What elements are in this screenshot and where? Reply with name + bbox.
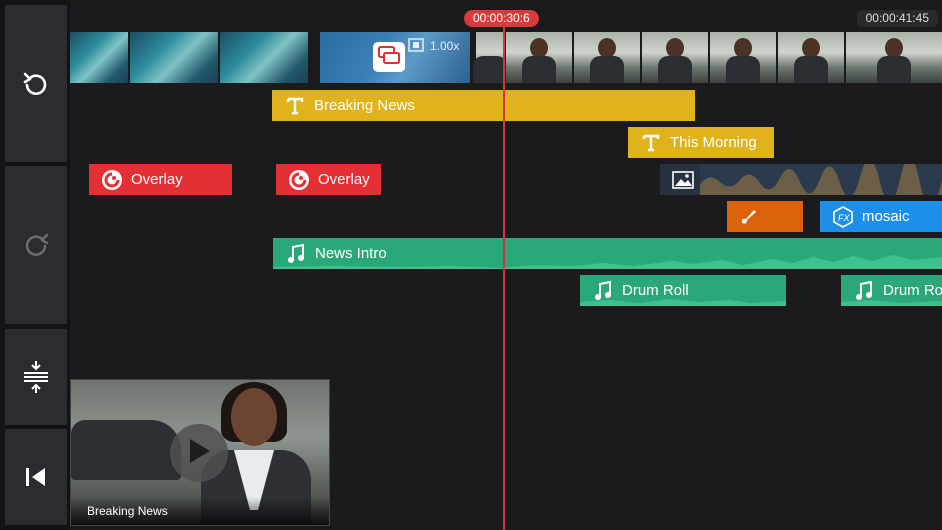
- video-frame: [220, 32, 308, 83]
- audio-clip-drum-roll[interactable]: Drum Roll: [580, 275, 786, 306]
- left-toolbar: [0, 0, 70, 530]
- clip-label: Drum Roll: [622, 282, 689, 299]
- music-note-icon: [285, 243, 307, 265]
- current-timecode: 00:00:30:6: [464, 10, 539, 27]
- image-overlay-clip[interactable]: [660, 164, 942, 195]
- video-frame: [473, 32, 507, 83]
- undo-icon: [21, 69, 51, 99]
- music-note-icon: [853, 280, 875, 302]
- video-frame: [642, 32, 708, 83]
- audio-clip-news-intro[interactable]: News Intro: [273, 238, 942, 269]
- collapse-tracks-button[interactable]: [5, 329, 67, 425]
- clip-label: mosaic: [862, 208, 910, 225]
- title-clip-breaking-news[interactable]: Breaking News: [272, 90, 695, 121]
- clip-speed: 1.00x: [408, 36, 459, 56]
- title-t-icon: [284, 95, 306, 117]
- video-frame: [778, 32, 844, 83]
- fx-clip-mosaic[interactable]: FX mosaic: [820, 201, 942, 232]
- fx-icon: FX: [832, 205, 854, 228]
- image-icon: [672, 169, 694, 191]
- clip-label: Drum Ro: [883, 282, 942, 299]
- video-frame: [70, 32, 128, 83]
- video-frame: [506, 32, 572, 83]
- preview-face: [231, 388, 277, 446]
- clip-label: Breaking News: [314, 97, 415, 114]
- playhead[interactable]: [503, 26, 505, 530]
- overlay-icon: [101, 169, 123, 191]
- overlay-clip[interactable]: Overlay: [89, 164, 232, 195]
- transition-icon: [377, 45, 401, 70]
- undo-button[interactable]: [5, 5, 67, 162]
- preview-car: [71, 420, 181, 480]
- skip-to-start-button[interactable]: [5, 429, 67, 525]
- total-duration: 00:00:41:45: [856, 10, 938, 27]
- film-speed-icon: [408, 37, 424, 55]
- video-track[interactable]: [70, 32, 942, 83]
- clip-label: This Morning: [670, 134, 757, 151]
- video-frame: [574, 32, 640, 83]
- redo-icon: [21, 230, 51, 260]
- svg-text:FX: FX: [838, 213, 850, 223]
- clip-label: Overlay: [318, 171, 370, 188]
- video-frame: [310, 32, 314, 83]
- video-frame: [846, 32, 942, 83]
- title-clip-this-morning[interactable]: This Morning: [628, 127, 774, 158]
- video-frame: [130, 32, 218, 83]
- overlay-clip[interactable]: Overlay: [276, 164, 381, 195]
- speed-label: 1.00x: [430, 39, 460, 53]
- overlay-icon: [288, 169, 310, 191]
- clip-label: News Intro: [315, 245, 387, 262]
- brush-icon: [737, 206, 759, 228]
- transition-button[interactable]: [373, 42, 405, 72]
- collapse-icon: [21, 359, 51, 395]
- video-frame: [710, 32, 776, 83]
- video-preview[interactable]: Breaking News: [70, 379, 330, 526]
- play-icon: [186, 437, 212, 470]
- audio-clip-drum-roll[interactable]: Drum Ro: [841, 275, 942, 306]
- title-t-icon: [640, 132, 662, 154]
- play-button[interactable]: [170, 424, 228, 482]
- music-note-icon: [592, 280, 614, 302]
- redo-button[interactable]: [5, 166, 67, 324]
- preview-caption: Breaking News: [71, 497, 329, 525]
- image-thumbnails: [700, 164, 942, 195]
- clip-label: Overlay: [131, 171, 183, 188]
- drawing-clip[interactable]: [727, 201, 803, 232]
- skip-to-start-icon: [23, 466, 49, 488]
